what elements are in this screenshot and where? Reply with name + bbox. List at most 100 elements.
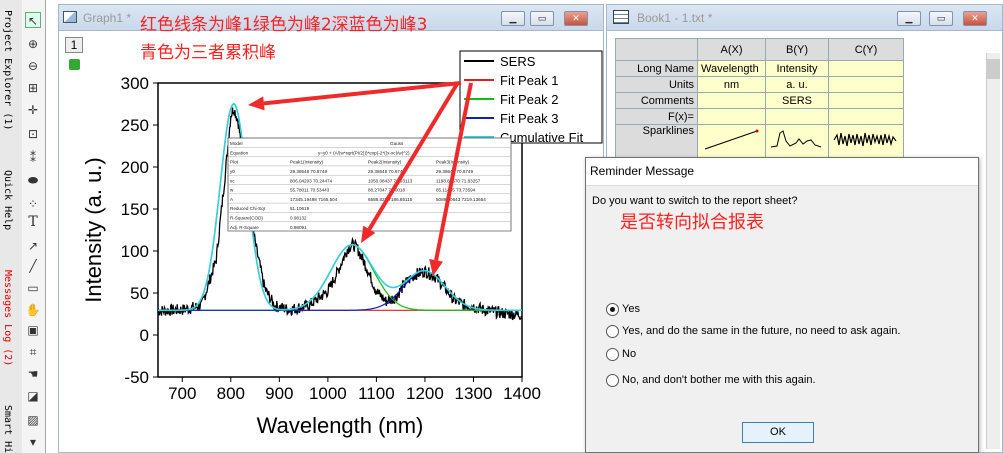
sparkline-b[interactable] bbox=[765, 124, 829, 159]
annotation-report-question: 是否转向拟合报表 bbox=[620, 212, 764, 233]
row-label[interactable]: Units bbox=[615, 76, 698, 93]
fit-table-cell: Peak3(Intensity) bbox=[436, 160, 470, 165]
cell[interactable] bbox=[697, 92, 766, 109]
cell[interactable]: Intensity bbox=[765, 60, 829, 77]
line-tool-icon[interactable]: ╱ bbox=[25, 258, 41, 274]
fit-table-cell: 1198.69670 71.83257 bbox=[436, 178, 481, 183]
book-minimize-button[interactable]: ▁ bbox=[897, 11, 921, 26]
fit-table-cell: 29.38648 70.8749 bbox=[290, 169, 327, 174]
fit-table-cell: y0 bbox=[230, 169, 235, 174]
legend-label: SERS bbox=[500, 54, 536, 69]
rectangle-tool-icon[interactable]: ▭ bbox=[25, 280, 41, 296]
region-selector-icon[interactable]: ⁘ bbox=[25, 196, 41, 212]
cell[interactable]: Wavelength bbox=[697, 60, 766, 77]
minimize-button[interactable]: ▁ bbox=[501, 11, 525, 26]
row-label[interactable]: Comments bbox=[615, 92, 698, 109]
option-no-radio[interactable] bbox=[606, 348, 619, 361]
column-header[interactable]: C(Y) bbox=[828, 38, 904, 61]
fit-table-cell: Peak1(Intensity) bbox=[290, 160, 324, 165]
x-tick-label: 1200 bbox=[406, 384, 444, 403]
fit-table-cell: Gauss bbox=[390, 141, 404, 146]
tab-smart-hint[interactable]: Smart Hi bbox=[0, 405, 14, 453]
fit-table-cell: xc bbox=[230, 178, 235, 183]
cell[interactable] bbox=[697, 108, 766, 125]
worksheet-grid: A(X) B(Y) C(Y) Long Name Wavelength Intens… bbox=[615, 38, 904, 159]
x-axis-label: Wavelength (nm) bbox=[257, 413, 424, 438]
row-label[interactable]: F(x)= bbox=[615, 108, 698, 125]
book-close-button[interactable]: ✕ bbox=[963, 11, 987, 26]
row-label[interactable]: Long Name bbox=[615, 60, 698, 77]
more-tools-icon[interactable]: ▾ bbox=[25, 434, 41, 450]
cell[interactable]: a. u. bbox=[765, 76, 829, 93]
maximize-button[interactable]: ▭ bbox=[530, 11, 554, 26]
y-tick-label: -50 bbox=[124, 368, 149, 387]
option-no-label[interactable]: No bbox=[622, 348, 636, 360]
fit-table-cell: Peak2(Intensity) bbox=[368, 160, 402, 165]
cell[interactable] bbox=[765, 108, 829, 125]
option-yes-always-label[interactable]: Yes, and do the same in the future, no n… bbox=[622, 325, 900, 337]
cell[interactable] bbox=[828, 108, 904, 125]
text-tool-icon[interactable]: T bbox=[25, 214, 41, 230]
data-reader-icon[interactable]: ⁑ bbox=[25, 150, 41, 166]
ok-button[interactable]: OK bbox=[742, 422, 814, 443]
option-no-never-label[interactable]: No, and don't bother me with this again. bbox=[622, 374, 816, 386]
book-maximize-button[interactable]: ▭ bbox=[929, 11, 953, 26]
cell[interactable] bbox=[828, 60, 904, 77]
fit-table-cell: 0.98091 bbox=[290, 225, 307, 230]
option-yes-radio[interactable] bbox=[606, 303, 619, 316]
cell[interactable] bbox=[828, 92, 904, 109]
tab-messages-log[interactable]: Messages Log (2) bbox=[0, 270, 14, 366]
tab-quick-help[interactable]: Quick Help bbox=[0, 170, 14, 230]
column-header[interactable]: A(X) bbox=[697, 38, 766, 61]
tab-project-explorer[interactable]: Project Explorer (1) bbox=[0, 10, 14, 130]
data-selector-icon[interactable]: ⬬ bbox=[25, 172, 41, 188]
legend-label: Cumulative Fit bbox=[500, 130, 583, 145]
fit-table-cell: 85.11455 73.73594 bbox=[436, 188, 476, 193]
book-title: Book1 - 1.txt * bbox=[637, 11, 713, 25]
fit-table-cell: 806.04203 70.24474 bbox=[290, 178, 333, 183]
arrow-tool-icon[interactable]: ↗ bbox=[25, 238, 41, 254]
annotation-arrowhead bbox=[248, 96, 265, 111]
annotation-cumulative: 青色为三者累积峰 bbox=[140, 43, 276, 63]
book-vertical-scrollbar[interactable] bbox=[986, 53, 1000, 449]
annotation-icon[interactable]: ◪ bbox=[25, 388, 41, 404]
column-header[interactable]: B(Y) bbox=[765, 38, 829, 61]
reminder-dialog: Reminder Message Do you want to switch t… bbox=[585, 157, 979, 453]
option-yes-always-radio[interactable] bbox=[606, 325, 619, 338]
pan-icon[interactable]: ☚ bbox=[25, 366, 41, 382]
y-tick-label: 100 bbox=[121, 242, 149, 261]
zoom-in-icon[interactable]: ⊕ bbox=[25, 36, 41, 52]
zoom-out-icon[interactable]: ⊖ bbox=[25, 58, 41, 74]
scale-icon[interactable]: ⊞ bbox=[25, 80, 41, 96]
x-tick-label: 1300 bbox=[455, 384, 493, 403]
cell[interactable] bbox=[828, 76, 904, 93]
fit-table-cell: y=y0 + (A/(w*sqrt(PI/2)))*exp(-2*((x-xc)… bbox=[318, 150, 410, 155]
x-tick-label: 800 bbox=[217, 384, 245, 403]
option-yes-label[interactable]: Yes bbox=[622, 303, 640, 315]
book-titlebar: Book1 - 1.txt * ▁ ▭ ✕ bbox=[607, 5, 1002, 31]
grid-corner[interactable] bbox=[615, 38, 698, 61]
draw-data-icon[interactable]: ⌗ bbox=[25, 344, 41, 360]
pointer-tool-icon[interactable]: ↖ bbox=[25, 12, 41, 28]
clip-icon[interactable]: ▨ bbox=[25, 412, 41, 428]
hand-tool-icon[interactable]: ✋ bbox=[25, 302, 41, 318]
fit-table-cell: R-Square(COD) bbox=[230, 216, 263, 221]
fit-table-cell: 81.10619 bbox=[290, 206, 310, 211]
crosshair-icon[interactable]: ✛ bbox=[25, 102, 41, 118]
book-window-icon bbox=[613, 10, 629, 24]
cell[interactable]: nm bbox=[697, 76, 766, 93]
screen-reader-icon[interactable]: ⊡ bbox=[25, 126, 41, 142]
fit-table-cell: Reduced Chi-Sqr bbox=[230, 206, 266, 211]
close-button[interactable]: ✕ bbox=[564, 11, 588, 26]
x-tick-label: 1100 bbox=[358, 384, 395, 403]
x-tick-label: 1400 bbox=[503, 384, 541, 403]
graph-title: Graph1 * bbox=[83, 11, 132, 25]
sparkline-c[interactable] bbox=[828, 124, 904, 159]
y-tick-label: 200 bbox=[121, 158, 149, 177]
region-mask-icon[interactable]: ▣ bbox=[25, 322, 41, 338]
row-label[interactable]: Sparklines bbox=[615, 124, 698, 159]
cell[interactable]: SERS bbox=[765, 92, 829, 109]
option-no-never-radio[interactable] bbox=[606, 374, 619, 387]
sparkline-a[interactable] bbox=[697, 124, 766, 159]
annotation-arrow bbox=[263, 81, 462, 106]
